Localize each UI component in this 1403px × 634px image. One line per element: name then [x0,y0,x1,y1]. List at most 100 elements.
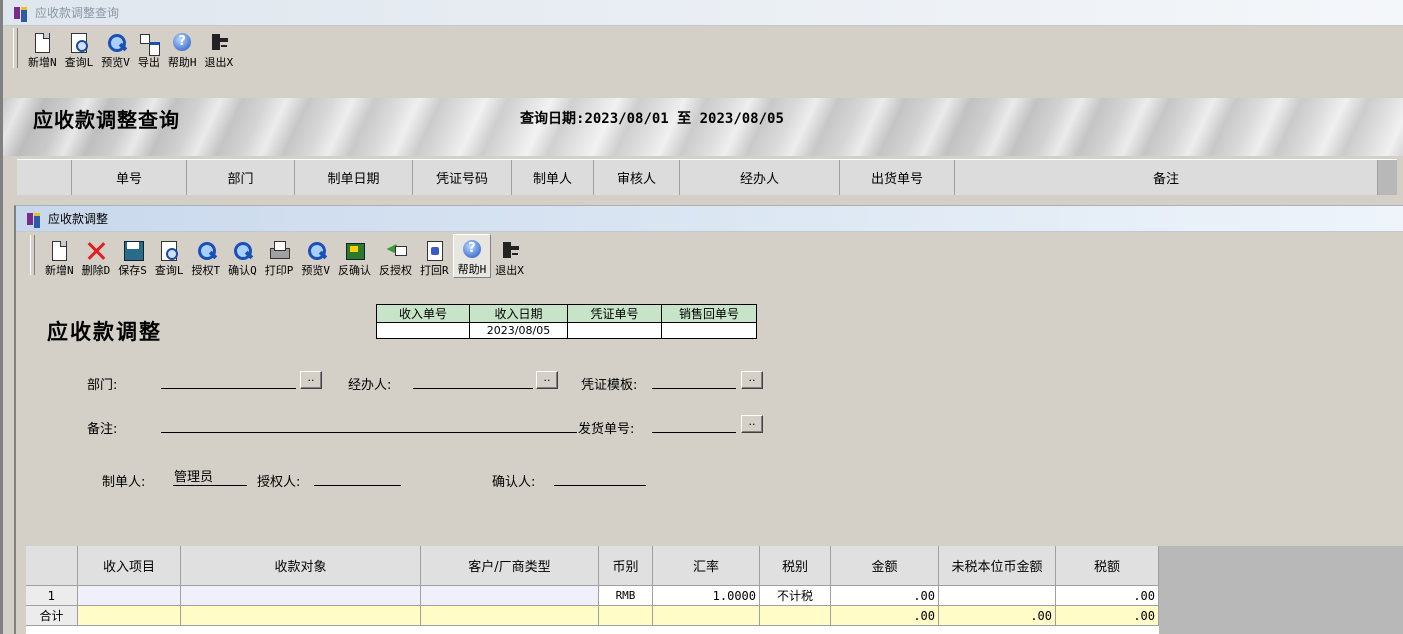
cell-exchange-rate[interactable]: 1.0000 [653,586,760,606]
col-header-party-type[interactable]: 客户/厂商类型 [421,546,599,586]
app-icon [26,211,42,228]
total-row: 合计 .00 .00 .00 [26,606,1159,626]
cell-amount[interactable]: .00 [831,586,939,606]
info-header-sales-return-no: 销售回单号 [661,304,757,323]
preview-button[interactable]: 预览V [297,234,334,278]
cell-currency[interactable]: RMB [599,586,653,606]
total-currency [599,606,653,626]
inner-toolbar: 新增N 删除D 保存S 查询L 授权T 确认Q 打印P 预览V 反确认 反授权 … [16,232,1403,278]
total-exchange-rate [653,606,760,626]
help-button[interactable]: 帮助H [452,234,492,278]
outer-preview-button[interactable]: 预览V [97,26,134,70]
col-header-ship-no[interactable]: 出货单号 [840,160,955,195]
dept-field[interactable] [161,373,296,389]
dept-label: 部门: [87,378,118,393]
cell-tax-type[interactable]: 不计税 [760,586,831,606]
authorize-button[interactable]: 授权T [188,234,225,278]
col-header-dept[interactable]: 部门 [187,160,295,195]
info-header-income-no: 收入单号 [376,304,470,323]
ship-no-label: 发货单号: [578,422,635,437]
info-header-income-date: 收入日期 [469,304,568,323]
outer-query-button[interactable]: 查询L [61,26,98,70]
document-info-table: 收入单号 收入日期 凭证单号 销售回单号 2023/08/05 [376,304,757,339]
exit-icon [208,32,230,54]
col-header-payer[interactable]: 收款对象 [181,546,421,586]
outer-titlebar: 应收款调整查询 [3,0,1403,26]
col-header-maker[interactable]: 制单人 [512,160,594,195]
voucher-template-picker-button[interactable]: .. [741,371,763,389]
total-payer [181,606,421,626]
info-value-voucher-no [567,322,662,339]
col-header-income-item[interactable]: 收入项目 [78,546,181,586]
info-value-income-date: 2023/08/05 [469,322,568,339]
maker-field: 管理员 [173,470,247,486]
row-number: 1 [26,586,78,606]
remark-label: 备注: [87,422,118,437]
voucher-template-field[interactable] [652,373,736,389]
magnifier-icon [231,240,253,262]
outer-new-button[interactable]: 新增N [24,26,61,70]
grid-corner [17,160,72,195]
col-header-remark[interactable]: 备注 [955,160,1378,195]
adjust-form: 应收款调整 收入单号 收入日期 凭证单号 销售回单号 2023/08/05 部门… [16,296,1403,536]
confirm-button[interactable]: 确认Q [224,234,261,278]
col-header-exchange-rate[interactable]: 汇率 [653,546,760,586]
delete-button[interactable]: 删除D [78,234,115,278]
inner-window: 应收款调整 新增N 删除D 保存S 查询L 授权T 确认Q 打印P 预览V 反确… [14,205,1403,634]
cell-party-type[interactable] [421,586,599,606]
col-header-amount[interactable]: 金额 [831,546,939,586]
col-header-tax-amount[interactable]: 税额 [1056,546,1159,586]
grid-header-filler [1378,160,1397,195]
unauthorize-button[interactable]: 反授权 [375,234,416,278]
outer-help-button[interactable]: 帮助H [164,26,201,70]
handler-field[interactable] [413,373,533,389]
print-button[interactable]: 打印P [261,234,298,278]
query-icon [68,32,90,54]
col-header-currency[interactable]: 币别 [599,546,653,586]
dept-picker-button[interactable]: .. [300,371,322,389]
unauthorize-icon [385,240,407,262]
delete-icon [85,240,107,262]
outer-banner: 应收款调整查询 查询日期:2023/08/01 至 2023/08/05 [3,98,1403,156]
total-label: 合计 [26,606,78,626]
cell-pretax-local-amount[interactable] [939,586,1056,606]
col-header-pretax-local-amount[interactable]: 未税本位币金额 [939,546,1056,586]
unconfirm-button[interactable]: 反确认 [334,234,375,278]
col-header-voucher-no[interactable]: 凭证号码 [413,160,512,195]
outer-export-button[interactable]: 导出 [134,26,164,70]
total-income-item [78,606,181,626]
detail-grid-header: 收入项目 收款对象 客户/厂商类型 币别 汇率 税别 金额 未税本位币金额 税额 [26,546,1159,586]
col-header-reviewer[interactable]: 审核人 [594,160,680,195]
cell-income-item[interactable] [78,586,181,606]
ship-no-picker-button[interactable]: .. [741,415,763,433]
magnifier-icon [105,32,127,54]
save-button[interactable]: 保存S [114,234,151,278]
col-header-handler[interactable]: 经办人 [680,160,840,195]
total-pretax-local-amount: .00 [939,606,1056,626]
exit-button[interactable]: 退出X [491,234,528,278]
ship-no-field[interactable] [652,417,736,433]
query-date-range: 查询日期:2023/08/01 至 2023/08/05 [520,111,784,127]
save-icon [122,240,144,262]
col-header-make-date[interactable]: 制单日期 [295,160,413,195]
magnifier-icon [305,240,327,262]
col-header-tax-type[interactable]: 税别 [760,546,831,586]
voucher-template-label: 凭证模板: [581,378,638,393]
return-button[interactable]: 打回R [416,234,453,278]
authorizer-field [314,470,401,486]
info-header-voucher-no: 凭证单号 [567,304,662,323]
cell-payer[interactable] [181,586,421,606]
outer-exit-button[interactable]: 退出X [201,26,238,70]
magnifier-icon [195,240,217,262]
table-row[interactable]: 1 RMB 1.0000 不计税 .00 .00 [26,586,1159,606]
handler-picker-button[interactable]: .. [536,371,558,389]
new-button[interactable]: 新增N [41,234,78,278]
detail-grid: 收入项目 收款对象 客户/厂商类型 币别 汇率 税别 金额 未税本位币金额 税额… [26,546,1403,634]
confirmer-field [554,470,646,486]
export-icon [138,32,160,56]
remark-field[interactable] [161,417,577,433]
query-button[interactable]: 查询L [151,234,188,278]
maker-label: 制单人: [102,475,146,490]
cell-tax-amount[interactable]: .00 [1056,586,1159,606]
col-header-order-no[interactable]: 单号 [72,160,187,195]
